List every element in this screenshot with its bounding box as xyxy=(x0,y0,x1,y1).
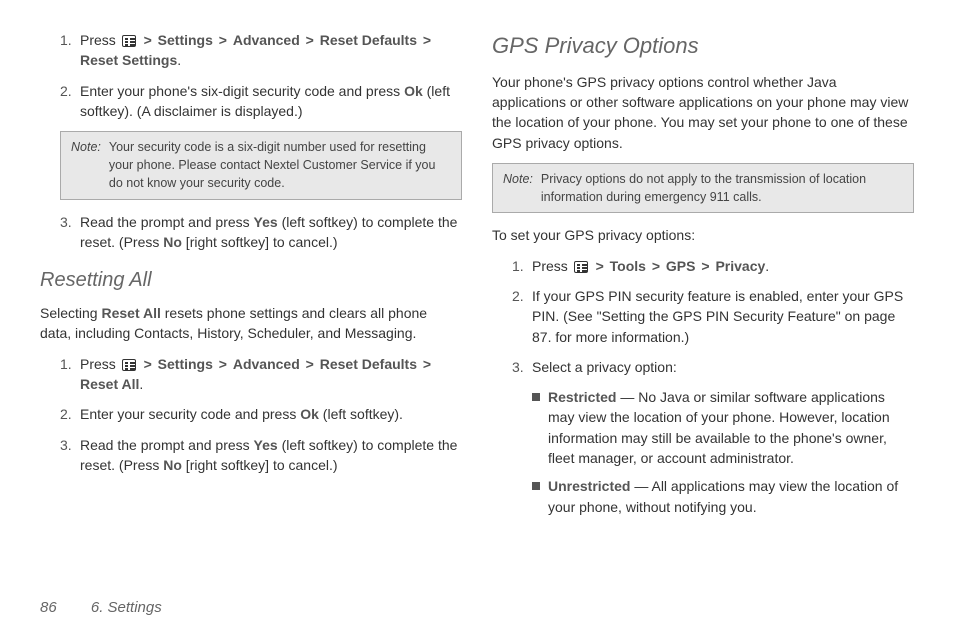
step-text: Press > Tools > GPS > Privacy. xyxy=(532,256,914,276)
step-number: 2. xyxy=(60,404,80,424)
step-text: Press > Settings > Advanced > Reset Defa… xyxy=(80,30,462,71)
step-text: Enter your security code and press Ok (l… xyxy=(80,404,462,424)
page-number: 86 xyxy=(40,599,57,616)
list-item: 1. Press > Settings > Advanced > Reset D… xyxy=(40,30,462,71)
bullet-text: Restricted — No Java or similar software… xyxy=(548,387,914,468)
note-label: Note: xyxy=(71,138,101,192)
paragraph: Selecting Reset All resets phone setting… xyxy=(40,303,462,344)
menu-icon xyxy=(122,35,136,47)
bullet-text: Unrestricted — All applications may view… xyxy=(548,476,914,517)
list-item: 2. Enter your phone's six-digit security… xyxy=(40,81,462,122)
note-text: Your security code is a six-digit number… xyxy=(109,138,451,192)
list-item: 1. Press > Tools > GPS > Privacy. xyxy=(492,256,914,276)
step-text: Select a privacy option: xyxy=(532,357,914,377)
right-column: GPS Privacy Options Your phone's GPS pri… xyxy=(492,30,914,590)
bullet-icon xyxy=(532,393,540,401)
note-label: Note: xyxy=(503,170,533,206)
list-item: 3. Read the prompt and press Yes (left s… xyxy=(40,212,462,253)
paragraph: Your phone's GPS privacy options control… xyxy=(492,72,914,153)
section-heading-gps-privacy: GPS Privacy Options xyxy=(492,30,914,62)
step-text: Read the prompt and press Yes (left soft… xyxy=(80,435,462,476)
step-number: 2. xyxy=(512,286,532,347)
list-item: 2. If your GPS PIN security feature is e… xyxy=(492,286,914,347)
step-number: 3. xyxy=(60,212,80,253)
step-number: 1. xyxy=(512,256,532,276)
list-item: 3. Read the prompt and press Yes (left s… xyxy=(40,435,462,476)
step-number: 1. xyxy=(60,30,80,71)
list-item: 3. Select a privacy option: xyxy=(492,357,914,377)
bullet-item: Restricted — No Java or similar software… xyxy=(532,387,914,468)
section-heading-resetting-all: Resetting All xyxy=(40,266,462,295)
chapter-label: 6. Settings xyxy=(91,599,162,616)
menu-icon xyxy=(122,359,136,371)
page-footer: 86 6. Settings xyxy=(40,599,162,616)
step-number: 1. xyxy=(60,354,80,395)
step-number: 3. xyxy=(60,435,80,476)
step-number: 2. xyxy=(60,81,80,122)
bullet-item: Unrestricted — All applications may view… xyxy=(532,476,914,517)
note-box: Note: Your security code is a six-digit … xyxy=(60,131,462,199)
left-column: 1. Press > Settings > Advanced > Reset D… xyxy=(40,30,462,590)
step-text: Read the prompt and press Yes (left soft… xyxy=(80,212,462,253)
lead-text: To set your GPS privacy options: xyxy=(492,225,914,245)
note-box: Note: Privacy options do not apply to th… xyxy=(492,163,914,213)
list-item: 1. Press > Settings > Advanced > Reset D… xyxy=(40,354,462,395)
page-columns: 1. Press > Settings > Advanced > Reset D… xyxy=(40,30,914,590)
bullet-icon xyxy=(532,482,540,490)
list-item: 2. Enter your security code and press Ok… xyxy=(40,404,462,424)
step-text: Press > Settings > Advanced > Reset Defa… xyxy=(80,354,462,395)
step-text: If your GPS PIN security feature is enab… xyxy=(532,286,914,347)
step-number: 3. xyxy=(512,357,532,377)
menu-icon xyxy=(574,261,588,273)
step-text: Enter your phone's six-digit security co… xyxy=(80,81,462,122)
note-text: Privacy options do not apply to the tran… xyxy=(541,170,903,206)
